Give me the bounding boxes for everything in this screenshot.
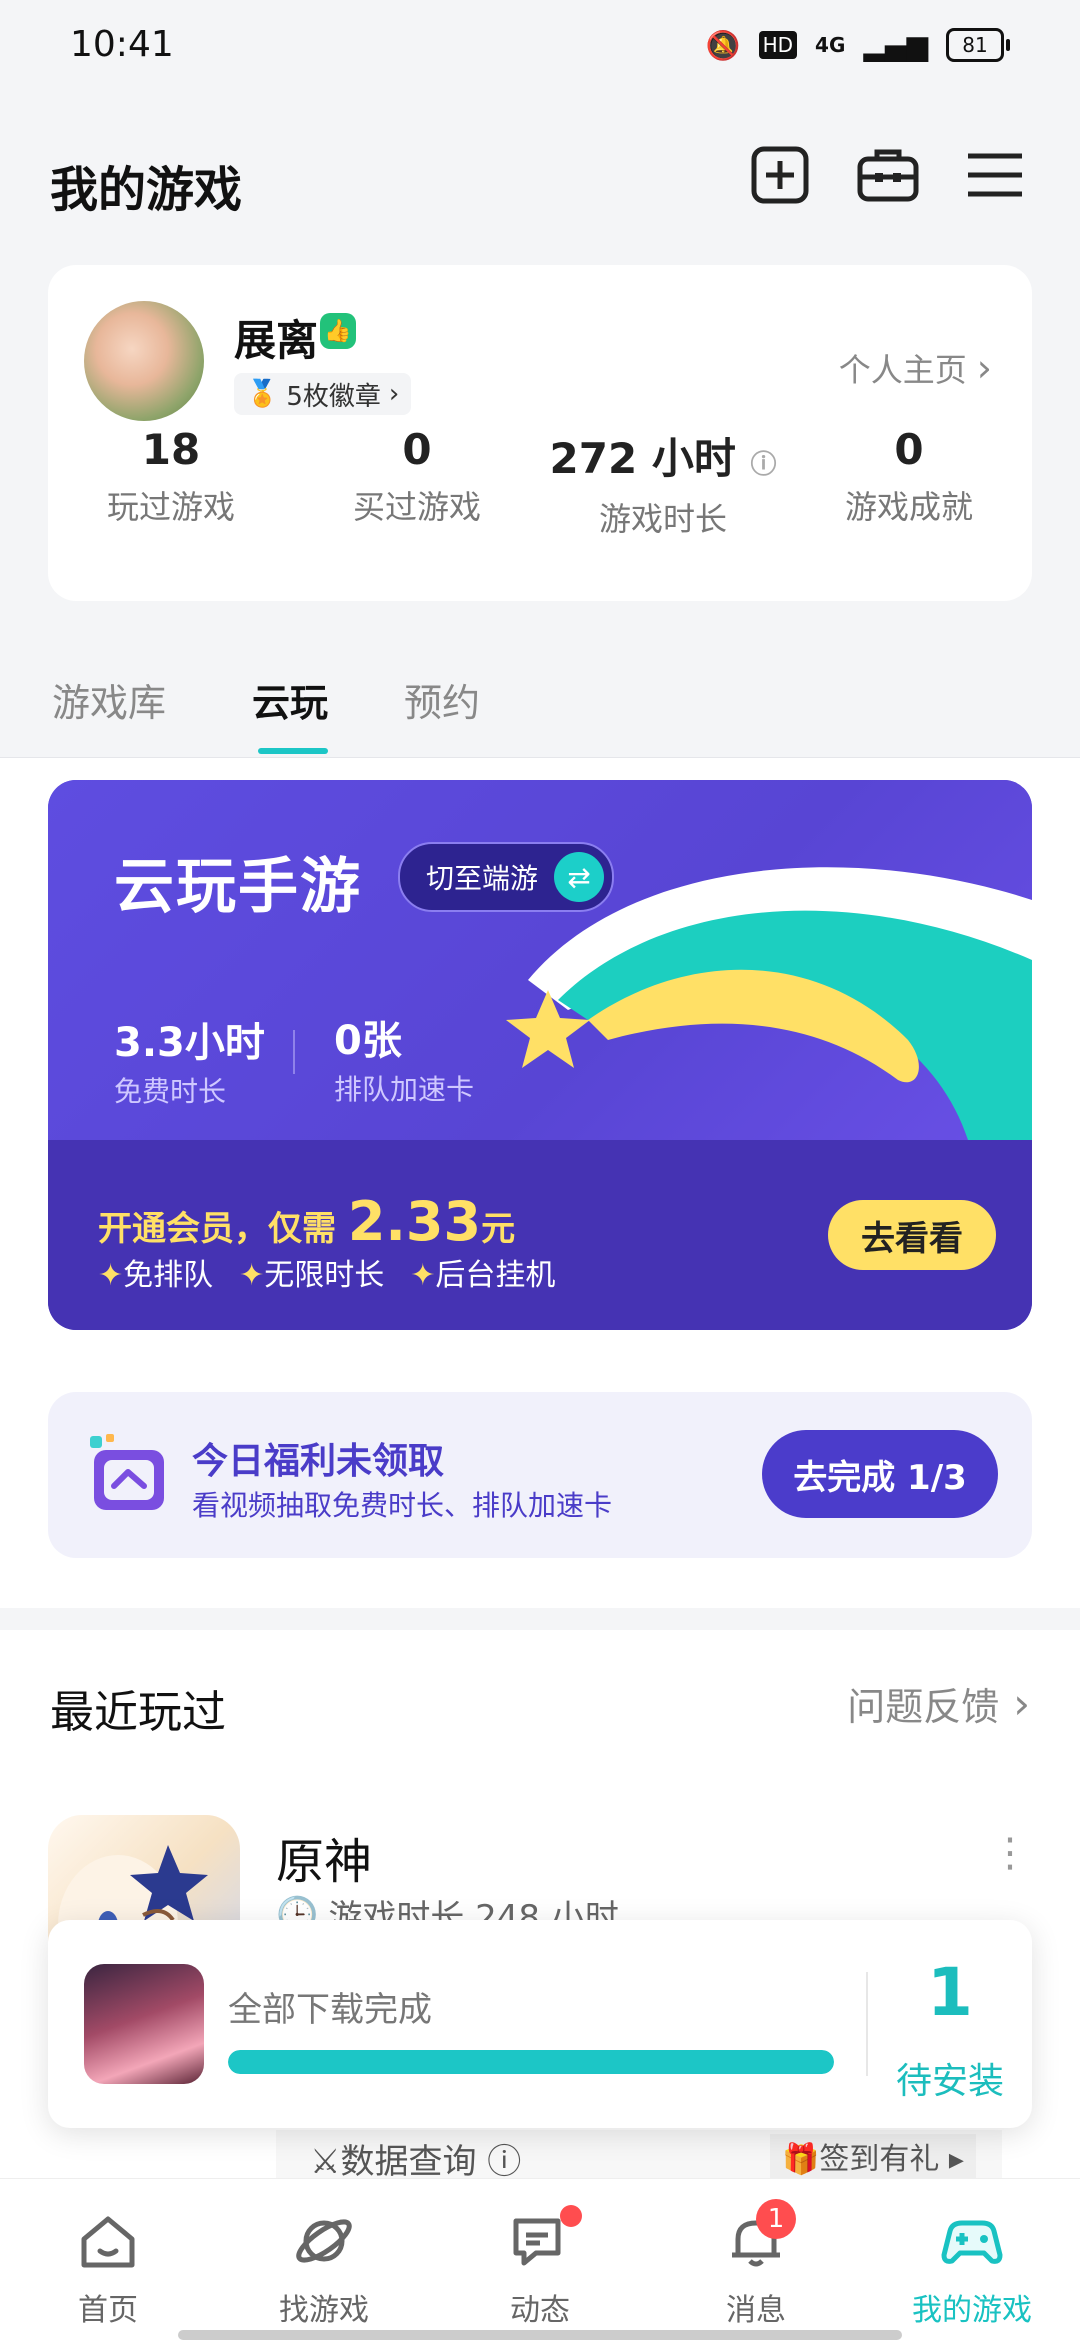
bottom-nav: 首页 找游戏 动态 1 消息 我的游戏 — [0, 2178, 1080, 2341]
chevron-right-icon: › — [388, 379, 400, 409]
nav-messages[interactable]: 1 消息 — [648, 2179, 864, 2341]
home-link-label: 个人主页 — [838, 351, 967, 389]
home-icon — [81, 2216, 135, 2268]
battery-icon: 81 — [946, 28, 1010, 62]
welfare-subtitle: 看视频抽取免费时长、排队加速卡 — [192, 1489, 613, 1522]
chevron-right-icon: › — [1013, 1679, 1030, 1728]
menu-button[interactable] — [960, 140, 1030, 210]
message-badge: 1 — [756, 2199, 796, 2239]
stat-value: 18 — [141, 425, 201, 474]
nav-discover[interactable]: 找游戏 — [216, 2179, 432, 2341]
queue-card-label: 排队加速卡 — [334, 1073, 475, 1106]
page-title: 我的游戏 — [50, 162, 243, 218]
nav-label: 找游戏 — [279, 2293, 369, 2328]
queue-card-stat: 0张 排队加速卡 — [334, 1008, 474, 1108]
sparkle-icon: ✦ — [410, 1258, 436, 1293]
pending-install-count[interactable]: 1 — [868, 1954, 1032, 2031]
feature-list: ✦免排队 ✦无限时长 ✦后台挂机 — [98, 1258, 556, 1293]
free-time-label: 免费时长 — [114, 1075, 227, 1108]
welfare-card[interactable]: 今日福利未领取 看视频抽取免费时长、排队加速卡 去完成 1/3 — [48, 1392, 1032, 1558]
banner-title: 云玩手游 — [114, 852, 362, 922]
verified-icon: 👍 — [320, 313, 356, 349]
recent-title: 最近玩过 — [50, 1687, 226, 1738]
info-icon[interactable]: ⓘ — [750, 450, 776, 480]
data-query-link[interactable]: ⚔数据查询 ⓘ — [310, 2134, 521, 2183]
toolbox-icon — [857, 149, 919, 202]
status-icons: 🔕 HD 4G ▂▄▆ 81 — [706, 28, 1010, 62]
swap-icon: ⇄ — [554, 852, 605, 902]
planet-icon — [296, 2219, 352, 2263]
stat-label: 游戏时长 — [598, 500, 727, 538]
home-indicator[interactable] — [178, 2330, 902, 2340]
stat-value: 272 小时 — [549, 434, 736, 483]
sparkle-icon: ✦ — [239, 1258, 265, 1293]
free-time-stat: 3.3小时 免费时长 — [114, 1010, 265, 1110]
feedback-label: 问题反馈 — [847, 1685, 1000, 1729]
stat-label: 买过游戏 — [352, 488, 481, 526]
hd-icon: HD — [758, 31, 798, 59]
signal-label: 4G — [815, 33, 846, 57]
game-name[interactable]: 原神 — [276, 1822, 372, 1892]
welfare-title: 今日福利未领取 — [192, 1441, 445, 1482]
nav-label: 我的游戏 — [912, 2293, 1032, 2328]
video-reward-icon — [90, 1434, 164, 1510]
avatar[interactable] — [84, 301, 204, 421]
badge-chip[interactable]: 🏅 5枚徽章 › — [234, 373, 412, 415]
cloud-banner[interactable]: 云玩手游 切至端游 ⇄ 3.3小时 免费时长 0张 排队加速卡 开通会员，仅需 … — [48, 780, 1032, 1330]
stat-bought[interactable]: 0 买过游戏 — [294, 425, 540, 528]
status-time: 10:41 — [70, 24, 174, 65]
tab-reserve[interactable]: 预约 — [404, 672, 480, 727]
stat-played[interactable]: 18 玩过游戏 — [48, 425, 294, 528]
download-progress — [228, 2050, 834, 2074]
add-button[interactable] — [745, 140, 815, 210]
complete-task-button[interactable]: 去完成 1/3 — [762, 1430, 998, 1518]
stat-value: 0 — [894, 425, 924, 474]
nav-label: 动态 — [510, 2293, 570, 2328]
battery-level: 81 — [946, 28, 1004, 62]
toolbox-button[interactable] — [853, 140, 923, 210]
tab-cloud[interactable]: 云玩 — [252, 672, 328, 727]
more-options-icon[interactable]: ⋮ — [990, 1830, 1030, 1876]
nav-label: 首页 — [78, 2293, 138, 2328]
medal-icon: 🏅 — [246, 379, 279, 409]
switch-label: 切至端游 — [426, 862, 539, 895]
download-game-icon — [84, 1964, 204, 2084]
stat-playtime[interactable]: 272 小时 ⓘ 游戏时长 — [540, 425, 786, 540]
notification-dot — [560, 2205, 582, 2227]
sparkle-icon: ✦ — [98, 1258, 124, 1293]
plus-square-icon — [751, 146, 809, 204]
nav-label: 消息 — [726, 2293, 786, 2328]
promo-text: 开通会员，仅需 2.33元 — [98, 1190, 516, 1253]
tab-library[interactable]: 游戏库 — [52, 672, 166, 727]
chevron-right-icon: › — [976, 346, 992, 390]
signal-icon: ▂▄▆ — [863, 28, 928, 62]
download-status: 全部下载完成 — [228, 1990, 432, 2030]
feedback-link[interactable]: 问题反馈 › — [847, 1676, 1030, 1731]
stat-label: 玩过游戏 — [106, 488, 235, 526]
queue-card-value: 0张 — [334, 1018, 402, 1064]
free-time-value: 3.3小时 — [114, 1020, 265, 1066]
user-name: 展离 — [234, 316, 319, 365]
profile-card[interactable]: 展离 👍 🏅 5枚徽章 › 个人主页 › 18 玩过游戏 0 买过游戏 272 … — [48, 265, 1032, 601]
gamepad-icon — [941, 2220, 1003, 2264]
nav-my-games[interactable]: 我的游戏 — [864, 2179, 1080, 2341]
home-link[interactable]: 个人主页 › — [839, 345, 992, 391]
menu-icon — [968, 153, 1022, 197]
mute-icon: 🔕 — [705, 28, 741, 62]
switch-pc-button[interactable]: 切至端游 ⇄ — [398, 842, 615, 912]
stat-value: 0 — [402, 425, 432, 474]
nav-feed[interactable]: 动态 — [432, 2179, 648, 2341]
sign-in-gift-link[interactable]: 🎁签到有礼 ▸ — [770, 2134, 976, 2178]
download-progress-fill — [228, 2050, 834, 2074]
pending-install-label[interactable]: 待安装 — [868, 2052, 1032, 2104]
divider — [293, 1030, 295, 1074]
stat-label: 游戏成就 — [844, 488, 973, 526]
download-popup[interactable]: 全部下载完成 1 待安装 — [48, 1920, 1032, 2128]
stat-achievements[interactable]: 0 游戏成就 — [786, 425, 1032, 528]
go-look-button[interactable]: 去看看 — [828, 1200, 996, 1270]
promo-price: 2.33 — [347, 1190, 482, 1253]
tab-indicator — [258, 748, 328, 754]
badge-count: 5枚徽章 — [286, 381, 381, 412]
nav-home[interactable]: 首页 — [0, 2179, 216, 2341]
